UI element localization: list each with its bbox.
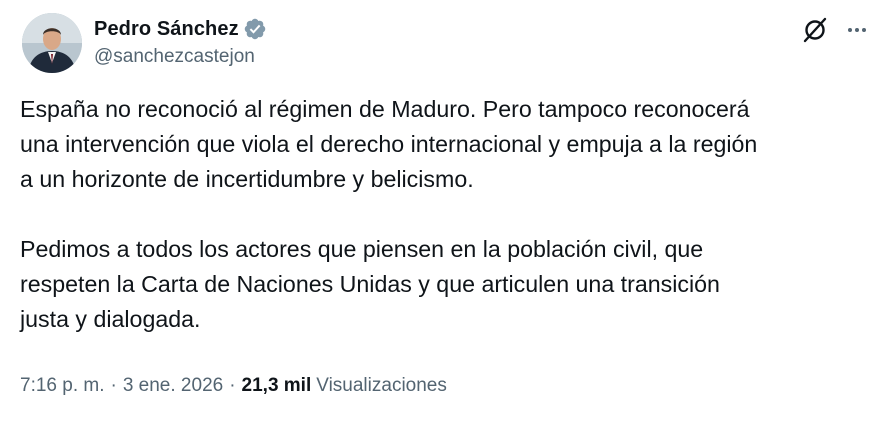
meta-separator: ·	[110, 375, 117, 396]
tweet: Pedro Sánchez @sanchezcastejon España no…	[0, 0, 882, 424]
tweet-time[interactable]: 7:16 p. m.	[20, 375, 105, 397]
author-handle[interactable]: @sanchezcastejon	[94, 46, 255, 68]
views-label: Visualizaciones	[316, 375, 447, 396]
tweet-date[interactable]: 3 ene. 2026	[123, 375, 223, 397]
meta-separator: ·	[229, 375, 236, 396]
more-options-icon[interactable]	[845, 18, 869, 42]
views-count: 21,3 mil	[241, 375, 312, 396]
grok-icon[interactable]	[802, 17, 828, 43]
verified-badge-icon	[243, 17, 267, 41]
tweet-meta: 7:16 p. m. · 3 ene. 2026 · 21,3 mil Visu…	[20, 375, 447, 397]
avatar[interactable]	[22, 13, 82, 73]
tweet-text: España no reconoció al régimen de Maduro…	[20, 96, 758, 332]
author-name-row: Pedro Sánchez	[94, 16, 267, 42]
display-name[interactable]: Pedro Sánchez	[94, 18, 239, 41]
avatar-image	[22, 13, 82, 73]
